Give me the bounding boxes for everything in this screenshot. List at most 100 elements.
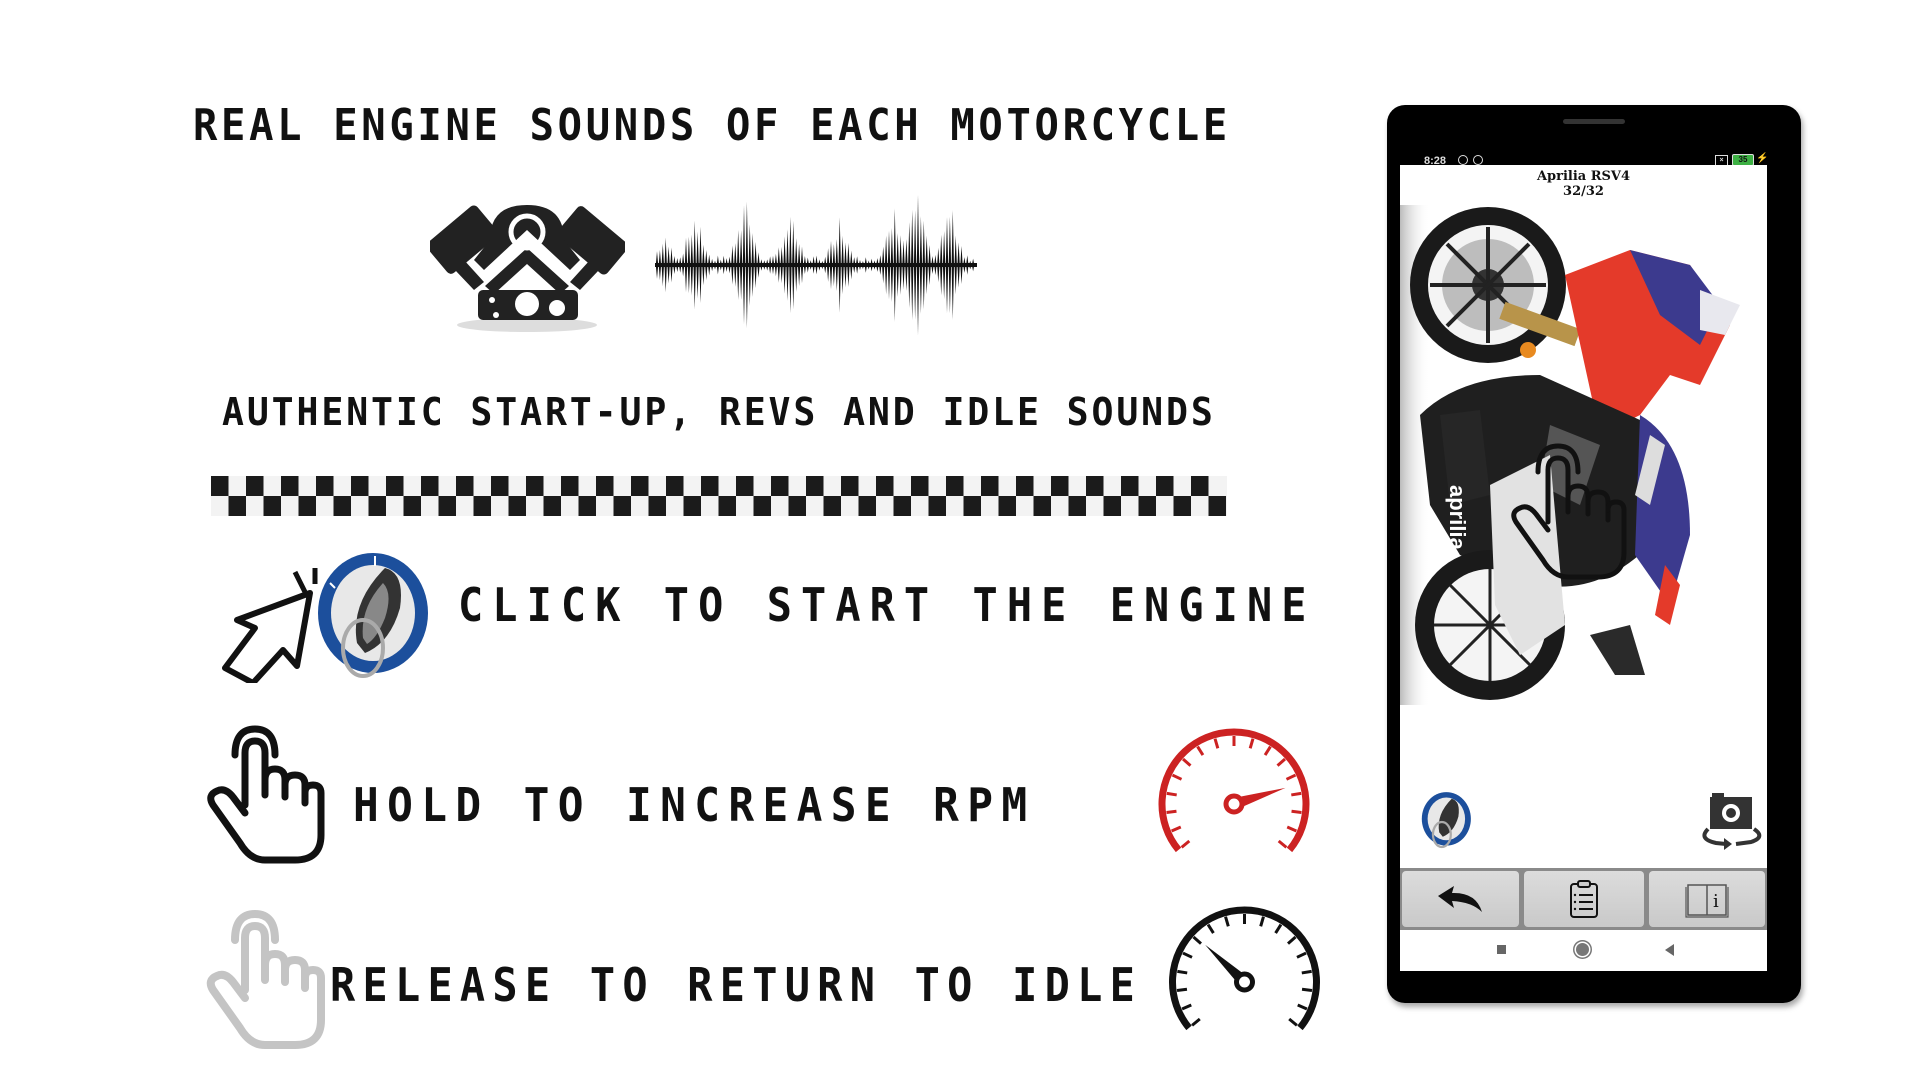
gauge-tick — [1285, 773, 1297, 781]
phone-mockup: 8:28 × 35 ⚡ Aprilia RSV4 32/32 aprilia i — [1387, 105, 1801, 1003]
gauge-tick — [1301, 987, 1313, 993]
checker-square — [718, 496, 736, 516]
checker-square — [1016, 476, 1034, 496]
checker-square — [543, 496, 561, 516]
checker-square — [438, 496, 456, 516]
gauge-tick — [1297, 1003, 1308, 1011]
subheadline: AUTHENTIC START-UP, REVS AND IDLE SOUNDS — [222, 390, 1216, 434]
checker-square — [578, 496, 596, 516]
ignition-key-icon[interactable] — [305, 548, 435, 683]
gauge-tick — [1196, 745, 1205, 756]
bike-counter: 32/32 — [1563, 184, 1604, 199]
checker-square — [316, 476, 334, 496]
gauge-tick — [1296, 951, 1307, 959]
back-arrow-icon — [1437, 886, 1482, 912]
info-button[interactable]: i — [1649, 871, 1765, 927]
gauge-arc — [1169, 906, 1320, 1031]
gauge-tick — [1182, 757, 1192, 767]
gauge-tick — [1166, 791, 1177, 797]
checker-square — [263, 496, 281, 516]
checker-square — [911, 476, 929, 496]
bottom-button-bar: i — [1400, 868, 1767, 930]
svg-text:i: i — [1713, 891, 1719, 912]
checker-square — [683, 496, 701, 516]
high-rpm-gauge-icon — [1158, 728, 1310, 853]
checker-square — [473, 496, 491, 516]
checker-square — [631, 476, 649, 496]
checker-square — [1068, 496, 1086, 516]
gauge-tick — [1191, 1017, 1201, 1027]
checker-square — [1138, 496, 1156, 516]
checker-square — [596, 476, 614, 496]
gauge-tick — [1166, 809, 1177, 815]
book-info-icon: i — [1685, 884, 1729, 918]
checker-square — [998, 496, 1016, 516]
checker-square — [561, 476, 579, 496]
checker-square — [491, 476, 509, 496]
checker-square — [876, 476, 894, 496]
checker-square — [1103, 496, 1121, 516]
gauge-tick — [1287, 935, 1297, 945]
checker-square — [736, 476, 754, 496]
phone-speaker — [1563, 119, 1625, 124]
notification-icon — [1473, 155, 1483, 165]
gauge-tick — [1291, 791, 1302, 797]
checker-square — [1191, 476, 1209, 496]
checker-square — [246, 476, 264, 496]
gauge-tick — [1301, 969, 1312, 975]
back-button[interactable] — [1402, 871, 1519, 927]
gauge-tick — [1171, 773, 1183, 781]
release-hand-icon — [206, 910, 325, 1049]
checker-square — [1033, 496, 1051, 516]
checker-square — [946, 476, 964, 496]
clipboard-list-icon — [1570, 880, 1598, 918]
gauge-tick — [1274, 923, 1283, 934]
gauge-tick — [1180, 839, 1191, 849]
checker-square — [613, 496, 631, 516]
checker-square — [421, 476, 439, 496]
recents-square-icon[interactable] — [1497, 945, 1506, 954]
checker-square — [928, 496, 946, 516]
checker-square — [893, 496, 911, 516]
checker-square — [333, 496, 351, 516]
checker-square — [368, 496, 386, 516]
checker-square — [981, 476, 999, 496]
bike-name: Aprilia RSV4 — [1536, 169, 1631, 184]
gauge-tick — [1176, 987, 1188, 993]
checker-square — [351, 476, 369, 496]
checker-square — [526, 476, 544, 496]
back-triangle-icon[interactable] — [1665, 944, 1674, 956]
gauge-tick — [1206, 923, 1215, 934]
checker-square — [841, 476, 859, 496]
sound-waveform-icon — [655, 194, 977, 336]
gauge-tick — [1291, 809, 1302, 815]
checker-square — [963, 496, 981, 516]
gauge-tick — [1277, 839, 1288, 849]
checker-square — [1208, 496, 1226, 516]
gauge-tick — [1259, 916, 1265, 927]
gauge-tick — [1248, 738, 1255, 749]
checker-square — [1121, 476, 1139, 496]
checker-square — [1173, 496, 1191, 516]
checker-square — [666, 476, 684, 496]
instruction-hold-rpm: HOLD TO INCREASE RPM — [353, 778, 1036, 832]
gauge-arc — [1158, 728, 1310, 853]
checker-square — [1051, 476, 1069, 496]
checker-square — [788, 496, 806, 516]
home-circle-icon[interactable] — [1576, 943, 1589, 956]
gauge-tick — [1263, 745, 1272, 756]
phone-screen: Aprilia RSV4 32/32 aprilia i — [1400, 165, 1767, 971]
gauge-hub — [1223, 793, 1245, 815]
specs-button[interactable] — [1524, 871, 1644, 927]
checker-square — [806, 476, 824, 496]
gauge-tick — [1181, 1003, 1192, 1011]
start-engine-button[interactable] — [1416, 789, 1474, 851]
notification-icon — [1458, 155, 1468, 165]
rotate-camera-button[interactable] — [1696, 791, 1766, 853]
idle-gauge-icon — [1169, 906, 1320, 1031]
android-nav-bar — [1400, 930, 1767, 971]
checker-square — [386, 476, 404, 496]
checker-square — [648, 496, 666, 516]
gauge-tick — [1288, 1017, 1298, 1027]
checkered-flag-divider — [211, 476, 1227, 516]
